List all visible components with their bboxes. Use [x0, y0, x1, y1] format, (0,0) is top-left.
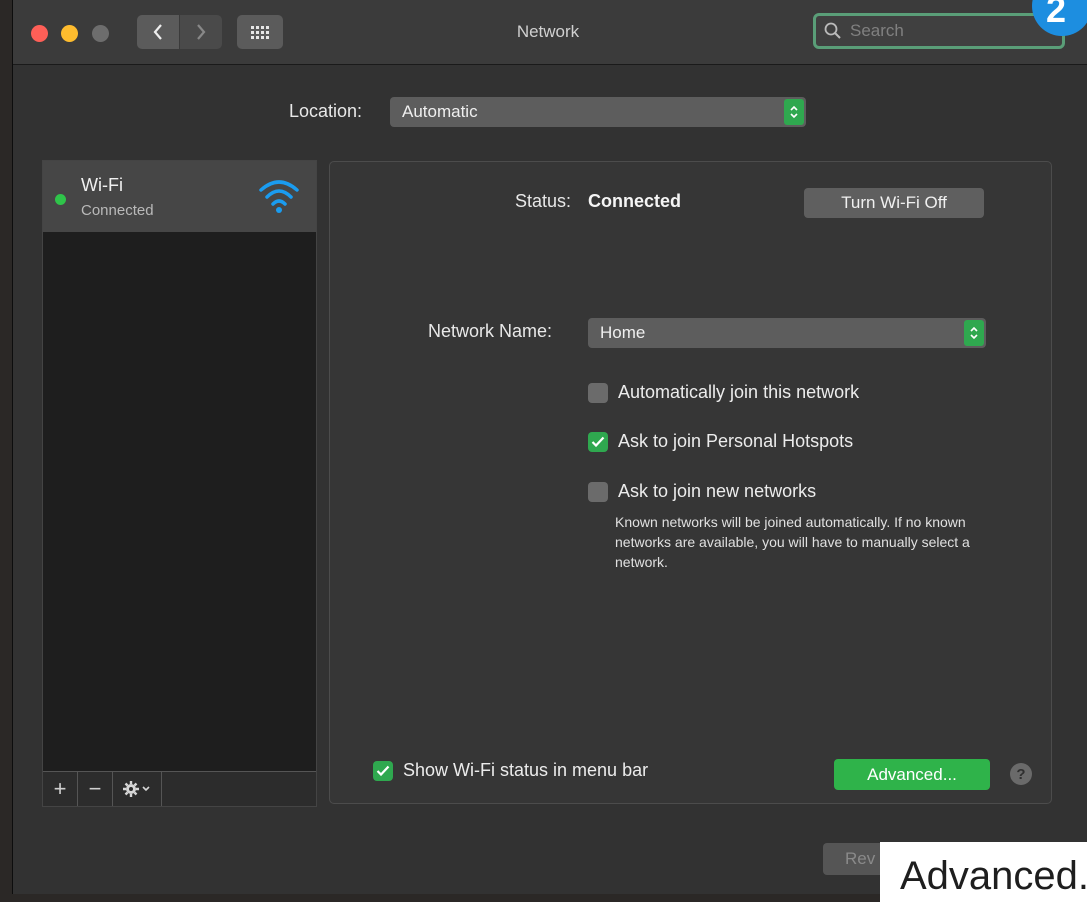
window-title: Network	[516, 22, 580, 41]
show-all-button[interactable]	[237, 15, 283, 49]
search-icon	[824, 22, 841, 39]
new-networks-note: Known networks will be joined automatica…	[615, 514, 970, 570]
auto-join-option[interactable]: Automatically join this network	[588, 382, 859, 403]
network-name-popup[interactable]: Home	[588, 318, 986, 348]
gear-icon	[123, 781, 150, 797]
grid-icon	[251, 26, 269, 39]
network-preferences-window: Network Location: Automatic Wi-Fi Connec…	[12, 0, 1087, 894]
connected-status-dot	[55, 194, 66, 205]
remove-service-button[interactable]: −	[78, 772, 113, 806]
popup-stepper-icon	[964, 320, 984, 346]
location-label: Location:	[289, 101, 363, 121]
minimize-window-button[interactable]	[61, 25, 78, 42]
close-window-button[interactable]	[31, 25, 48, 42]
service-list-toolbar: + −	[43, 771, 316, 806]
wifi-detail-panel: Status: Connected Turn Wi-Fi Off Network…	[329, 161, 1052, 804]
auto-join-checkbox[interactable]	[588, 382, 608, 403]
action-menu-button[interactable]	[113, 772, 162, 806]
chevron-left-icon	[153, 24, 162, 40]
zoom-window-button[interactable]	[92, 25, 109, 42]
network-name-value: Home	[600, 323, 646, 342]
personal-hotspots-label: Ask to join Personal Hotspots	[618, 431, 854, 451]
checkmark-icon	[591, 436, 605, 447]
status-label: Status:	[515, 191, 572, 211]
status-value: Connected	[588, 191, 682, 211]
wifi-icon	[259, 180, 299, 213]
network-name-label: Network Name:	[428, 321, 553, 341]
back-button[interactable]	[137, 15, 179, 49]
title-bar: Network	[13, 0, 1087, 65]
help-button[interactable]: ?	[1010, 763, 1032, 785]
show-status-label: Show Wi-Fi status in menu bar	[403, 760, 649, 780]
checkmark-icon	[376, 765, 390, 776]
new-networks-label: Ask to join new networks	[618, 481, 817, 501]
new-networks-option[interactable]: Ask to join new networks	[588, 481, 816, 502]
personal-hotspots-option[interactable]: Ask to join Personal Hotspots	[588, 431, 853, 452]
location-value: Automatic	[402, 102, 478, 121]
advanced-button[interactable]: Advanced...	[834, 759, 990, 790]
service-item-wifi[interactable]: Wi-Fi Connected	[43, 161, 316, 232]
popup-stepper-icon	[784, 99, 804, 125]
turn-wifi-off-button[interactable]: Turn Wi-Fi Off	[804, 188, 984, 218]
callout-caption: Advanced.	[880, 842, 1087, 902]
service-status: Connected	[81, 202, 154, 219]
show-status-checkbox[interactable]	[373, 760, 393, 781]
add-service-button[interactable]: +	[43, 772, 78, 806]
forward-button[interactable]	[180, 15, 222, 49]
service-list: Wi-Fi Connected + −	[42, 160, 317, 807]
chevron-right-icon	[197, 24, 206, 40]
show-status-option[interactable]: Show Wi-Fi status in menu bar	[373, 760, 648, 781]
location-popup[interactable]: Automatic	[390, 97, 806, 127]
new-networks-checkbox[interactable]	[588, 481, 608, 502]
personal-hotspots-checkbox[interactable]	[588, 431, 608, 452]
service-name: Wi-Fi	[81, 175, 123, 195]
search-input[interactable]	[848, 20, 1052, 42]
search-field[interactable]	[813, 13, 1065, 49]
auto-join-label: Automatically join this network	[618, 382, 860, 402]
